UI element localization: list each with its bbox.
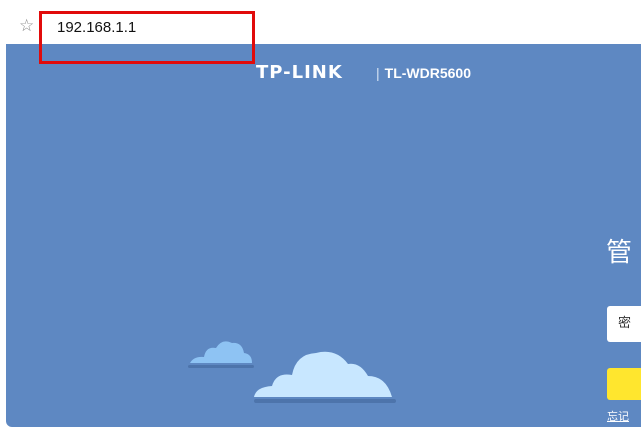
forgot-password-link[interactable]: 忘记 <box>607 410 629 424</box>
login-panel-title: 管 <box>606 238 633 268</box>
star-icon[interactable]: ☆ <box>19 16 34 36</box>
model-label: TL-WDR5600 <box>384 65 471 81</box>
address-highlight-box <box>39 11 255 64</box>
password-label: 密 <box>618 316 632 331</box>
router-login-page: TP-LINK | TL-WDR5600 管 密 忘记 <box>6 44 641 427</box>
header-separator: | <box>376 65 380 81</box>
small-cloud-icon <box>188 341 254 368</box>
model-name: | TL-WDR5600 <box>376 65 471 81</box>
brand-logo: TP-LINK <box>256 62 343 83</box>
large-cloud-icon <box>254 351 396 403</box>
login-button[interactable] <box>607 368 641 400</box>
